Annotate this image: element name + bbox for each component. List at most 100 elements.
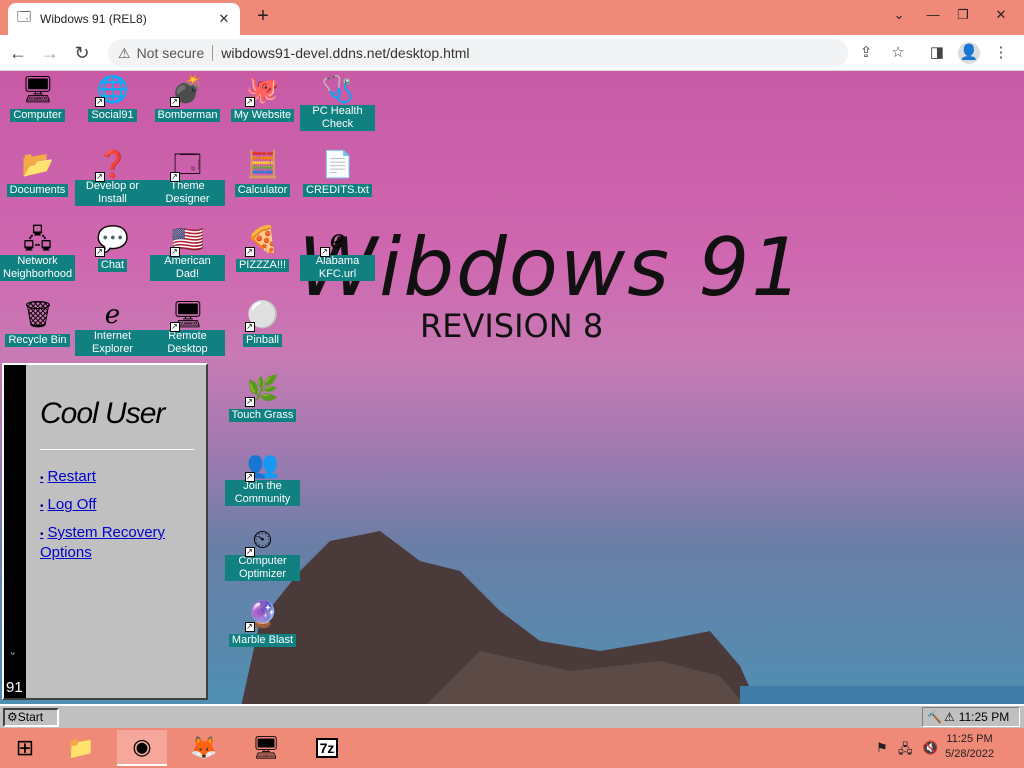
start-menu-divider	[40, 449, 194, 450]
help-icon: ❓ ↗	[94, 149, 129, 182]
desktop-icon-pc-health-check[interactable]: 🩺 PC Health Check	[300, 71, 375, 141]
w91-clock: 11:25 PM	[958, 710, 1010, 724]
desktop-icon-label: Computer Optimizer	[225, 555, 300, 581]
cliff-landscape	[241, 531, 1024, 704]
windows-taskbar: ⊞ 📁 ◉ 🦊 🖥 7z ⚑ 🖧 🔇 11:25 PM 5/28/2022	[0, 728, 1024, 768]
system-recovery-link[interactable]: • System Recovery Options	[40, 524, 190, 562]
bookmark-star-icon[interactable]: ☆	[887, 42, 909, 64]
shortcut-arrow-icon: ↗	[169, 172, 180, 182]
desktop-icon-label: Remote Desktop	[150, 330, 225, 356]
calculator-icon: 🧮	[246, 149, 279, 179]
volume-muted-icon[interactable]: 🔇	[922, 740, 938, 756]
wrench-icon[interactable]: 🔨	[927, 708, 942, 726]
desktop-icon-join-the-community[interactable]: 👥 ↗ Join the Community	[225, 446, 300, 516]
desktop-icon-touch-grass[interactable]: 🌿 ↗ Touch Grass	[225, 371, 300, 441]
desktop-icon-theme-designer[interactable]: 🗔 ↗ Theme Designer	[150, 146, 225, 216]
network-icon: 🖧	[23, 224, 52, 254]
shortcut-arrow-icon: ↗	[169, 322, 180, 332]
desktop-icon-recycle-bin[interactable]: 🗑 Recycle Bin	[0, 296, 75, 366]
start-menu-side-strip: ᵕ 91	[4, 365, 26, 698]
desktop-icon-label: Network Neighborhood	[0, 255, 75, 281]
remote-desktop-icon: 🖥 ↗	[169, 299, 205, 332]
file-explorer-icon[interactable]: 📁	[56, 730, 106, 766]
w91-logo-icon: ⚙	[7, 710, 18, 724]
desktop-icon-marble-blast[interactable]: 🔮 ↗ Marble Blast	[225, 596, 300, 666]
desktop-icon-internet-explorer[interactable]: ℯ Internet Explorer	[75, 296, 150, 366]
window-icon: 🗔 ↗	[169, 149, 202, 182]
windows-start-icon[interactable]: ⊞	[0, 730, 50, 766]
tab-close-icon[interactable]: ✕	[216, 11, 232, 27]
profile-avatar-icon[interactable]: 👤	[958, 42, 980, 64]
clock-time: 11:25 PM	[946, 733, 993, 745]
desktop-subtitle: REVISION 8	[420, 307, 604, 345]
shortcut-arrow-icon: ↗	[169, 247, 180, 257]
desktop-icon-remote-desktop[interactable]: 🖥 ↗ Remote Desktop	[150, 296, 225, 366]
gauge-icon: ⏲ ↗	[244, 524, 273, 557]
desktop-icon-label: Internet Explorer	[75, 330, 150, 356]
control-panel-icon[interactable]: 🖥	[241, 730, 291, 766]
restore-button[interactable]: ❐	[948, 3, 978, 27]
desktop-icon-label: Bomberman	[154, 109, 221, 122]
desktop-icon-credits-txt[interactable]: 📄 CREDITS.txt	[300, 146, 375, 216]
desktop-icon-label: Touch Grass	[228, 409, 297, 422]
computer-icon: 🖥	[21, 74, 55, 104]
ie-shortcut-icon: ℯ ↗	[319, 224, 346, 257]
desktop-icon-computer[interactable]: 🖥 Computer	[0, 71, 75, 141]
desktop-icon-alabama-kfc-url[interactable]: ℯ ↗ Alabama KFC.url	[300, 221, 375, 291]
minimize-button[interactable]: —	[918, 3, 948, 27]
address-bar[interactable]: ⚠ Not secure wibdows91-devel.ddns.net/de…	[108, 39, 848, 67]
desktop-icon-label: Pinball	[242, 334, 283, 347]
warning-tray-icon[interactable]: ⚠	[944, 708, 955, 726]
close-window-button[interactable]: ✕	[986, 3, 1016, 27]
shortcut-arrow-icon: ↗	[244, 322, 255, 332]
address-divider	[212, 45, 214, 61]
desktop-icon-computer-optimizer[interactable]: ⏲ ↗ Computer Optimizer	[225, 521, 300, 591]
tab-search-icon[interactable]: ⌄	[884, 3, 914, 27]
clock-date: 5/28/2022	[945, 748, 994, 760]
start-menu-username: Cool User	[40, 397, 165, 430]
browser-tab[interactable]: 🗔 Wibdows 91 (REL8) ✕	[8, 3, 240, 35]
desktop-icon-bomberman[interactable]: 💣 ↗ Bomberman	[150, 71, 225, 141]
shortcut-arrow-icon: ↗	[244, 397, 255, 407]
desktop-icon-documents[interactable]: 📂 Documents	[0, 146, 75, 216]
chrome-icon[interactable]: ◉	[117, 730, 167, 766]
security-flag-icon[interactable]: ⚑	[876, 740, 888, 756]
desktop-icon-label: CREDITS.txt	[303, 184, 372, 197]
side-panel-icon[interactable]: ◨	[926, 42, 948, 64]
desktop-icon-pinball[interactable]: ⚪ ↗ Pinball	[225, 296, 300, 366]
new-tab-button[interactable]: +	[252, 5, 274, 27]
people-icon: 👥 ↗	[244, 449, 279, 482]
seven-zip-icon[interactable]: 7z	[302, 730, 352, 766]
marble-icon: 🔮 ↗	[244, 599, 279, 632]
system-clock[interactable]: 11:25 PM 5/28/2022	[945, 732, 994, 762]
reload-icon[interactable]: ↻	[68, 39, 96, 67]
desktop-icon-label: Recycle Bin	[5, 334, 70, 347]
desktop-icon-label: PC Health Check	[300, 105, 375, 131]
recycle-bin-icon: 🗑	[21, 299, 55, 329]
menu-kebab-icon[interactable]: ⋮	[990, 42, 1012, 64]
forward-arrow-icon[interactable]: →	[36, 39, 64, 67]
log-off-link[interactable]: • Log Off	[40, 496, 190, 516]
desktop-icon-calculator[interactable]: 🧮 Calculator	[225, 146, 300, 216]
chat-bubble-icon: 💬 ↗	[94, 224, 129, 257]
desktop-icon-pizzza[interactable]: 🍕 ↗ PIZZZA!!!	[225, 221, 300, 291]
back-arrow-icon[interactable]: ←	[4, 39, 32, 67]
shortcut-arrow-icon: ↗	[94, 97, 105, 107]
restart-link[interactable]: • Restart	[40, 468, 190, 488]
desktop-icon-social91[interactable]: 🌐 ↗ Social91	[75, 71, 150, 141]
desktop-icon-american-dad[interactable]: 🇺🇸 ↗ American Dad!	[150, 221, 225, 291]
desktop-icon-label: My Website	[230, 109, 295, 122]
text-file-icon: 📄	[321, 149, 354, 179]
share-icon[interactable]: ⇪	[855, 42, 877, 64]
github-icon: 🐙 ↗	[244, 74, 279, 107]
desktop-icon-chat[interactable]: 💬 ↗ Chat	[75, 221, 150, 291]
w91-start-button[interactable]: ⚙Start	[3, 708, 59, 727]
network-icon[interactable]: 🖧	[898, 740, 913, 762]
desktop-icon-my-website[interactable]: 🐙 ↗ My Website	[225, 71, 300, 141]
desktop-icon-label: Calculator	[234, 184, 291, 197]
desktop-icon-network-neighborhood[interactable]: 🖧 Network Neighborhood	[0, 221, 75, 291]
desktop-icon-develop-or-install[interactable]: ❓ ↗ Develop or Install	[75, 146, 150, 216]
smiley-icon: ᵕ	[11, 649, 15, 660]
firefox-icon[interactable]: 🦊	[179, 730, 229, 766]
globe-icon: 🌐 ↗	[94, 74, 129, 107]
